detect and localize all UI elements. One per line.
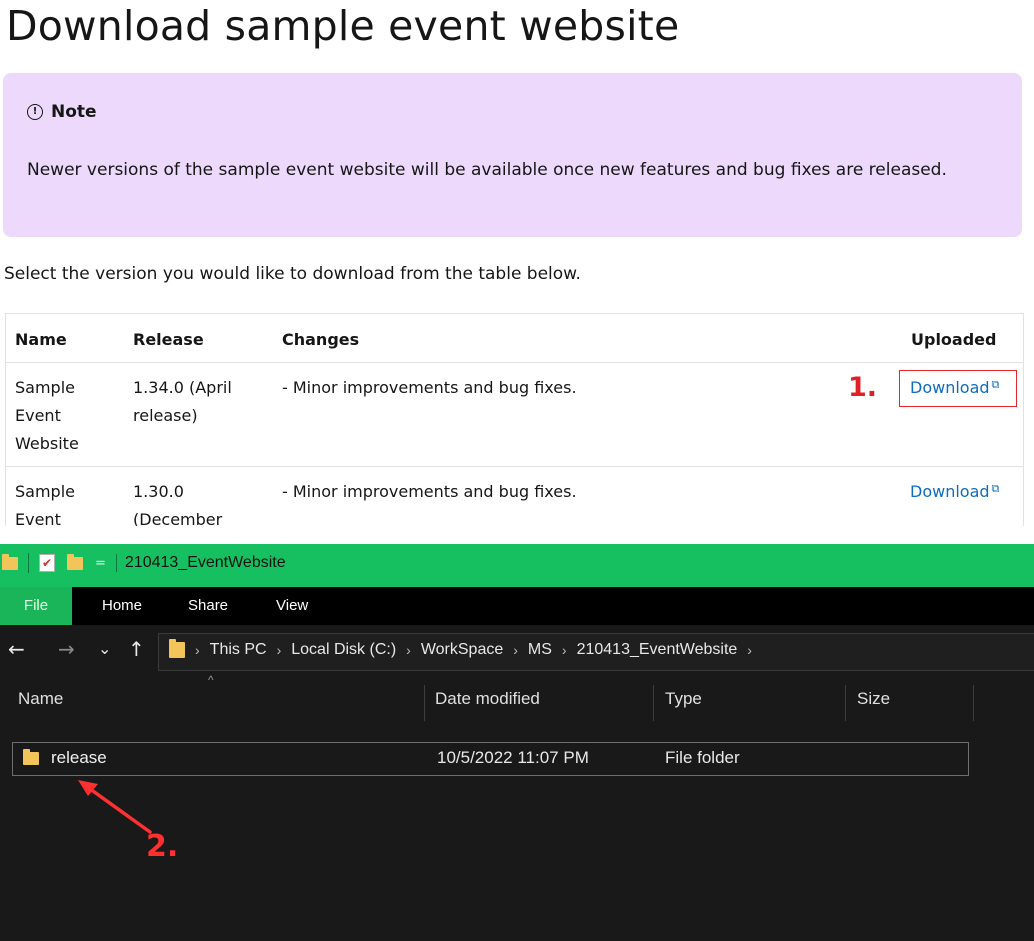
external-link-icon: ⧉ [991, 482, 1000, 495]
row-divider [6, 362, 1023, 363]
row-divider [6, 466, 1023, 467]
column-header-name[interactable]: Name [18, 677, 63, 721]
column-divider[interactable] [845, 685, 846, 721]
note-callout: ! Note Newer versions of the sample even… [3, 73, 1022, 237]
file-row-release[interactable]: release 10/5/2022 11:07 PM File folder [12, 742, 969, 776]
sort-caret-icon: ^ [208, 673, 214, 687]
address-bar[interactable]: › This PC › Local Disk (C:) › WorkSpace … [158, 633, 1034, 671]
table-cell-release: 1.34.0 (April release) [133, 378, 232, 425]
download-link-label[interactable]: Download [910, 482, 990, 501]
title-bar: ✔ = 210413_EventWebsite [0, 544, 1034, 587]
column-header-uploaded: Uploaded [911, 330, 997, 349]
breadcrumb-separator[interactable]: › [406, 642, 411, 658]
file-type: File folder [665, 748, 740, 767]
forward-arrow-icon[interactable]: → [58, 637, 75, 661]
file-name-label[interactable]: release [51, 748, 107, 768]
column-header-name: Name [15, 330, 67, 349]
address-bar-row: ← → ⌄ ↑ › This PC › Local Disk (C:) › Wo… [0, 625, 1034, 677]
table-cell-changes: - Minor improvements and bug fixes. [282, 378, 577, 397]
note-label: Note [51, 102, 97, 122]
folder-icon [169, 639, 185, 658]
download-link[interactable]: Download ⧉ [910, 482, 999, 501]
file-date-modified: 10/5/2022 11:07 PM [437, 748, 589, 767]
customize-toolbar-icon[interactable]: = [95, 556, 106, 571]
breadcrumb-ms[interactable]: MS [528, 641, 552, 659]
tab-home[interactable]: Home [102, 587, 142, 625]
download-link[interactable]: Download ⧉ [910, 378, 999, 397]
external-link-icon: ⧉ [991, 378, 1000, 391]
intro-text: Select the version you would like to dow… [4, 264, 581, 284]
back-arrow-icon[interactable]: ← [8, 637, 25, 661]
folder-icon [2, 553, 18, 570]
breadcrumb: › This PC › Local Disk (C:) › WorkSpace … [167, 639, 762, 659]
column-headers: ^ Name Date modified Type Size [0, 673, 1034, 721]
column-header-size[interactable]: Size [857, 677, 890, 721]
annotation-step-1: 1. [848, 372, 878, 403]
breadcrumb-workspace[interactable]: WorkSpace [421, 641, 503, 659]
breadcrumb-separator[interactable]: › [562, 642, 567, 658]
page-title: Download sample event website [6, 2, 680, 50]
screenshot-divider [0, 526, 1034, 544]
ribbon-tabs: File Home Share View [0, 587, 1034, 625]
versions-table: Name Release Changes Uploaded Sample Eve… [5, 313, 1024, 526]
tab-file[interactable]: File [0, 587, 72, 625]
column-header-changes: Changes [282, 330, 360, 349]
tab-view[interactable]: View [276, 587, 308, 625]
docs-page: Download sample event website ! Note New… [0, 0, 1034, 526]
file-explorer-window: ✔ = 210413_EventWebsite File Home Share … [0, 544, 1034, 941]
properties-icon[interactable]: ✔ [39, 554, 55, 572]
column-header-release: Release [133, 330, 204, 349]
breadcrumb-eventwebsite[interactable]: 210413_EventWebsite [577, 641, 738, 659]
info-circle-icon: ! [27, 104, 43, 120]
breadcrumb-separator[interactable]: › [747, 642, 752, 658]
breadcrumb-local-disk[interactable]: Local Disk (C:) [291, 641, 396, 659]
breadcrumb-separator: › [195, 642, 200, 658]
toolbar-separator [28, 553, 29, 573]
table-cell-name: Sample Event Website [15, 482, 75, 526]
breadcrumb-this-pc[interactable]: This PC [210, 641, 267, 659]
column-divider[interactable] [424, 685, 425, 721]
up-arrow-icon[interactable]: ↑ [128, 637, 145, 661]
note-header: ! Note [27, 102, 97, 122]
annotation-step-2: 2. [146, 829, 179, 864]
note-body: Newer versions of the sample event websi… [27, 160, 947, 180]
table-cell-changes: - Minor improvements and bug fixes. [282, 482, 577, 501]
breadcrumb-separator[interactable]: › [513, 642, 518, 658]
new-folder-icon[interactable] [67, 553, 83, 570]
table-cell-name: Sample Event Website [15, 378, 79, 453]
recent-locations-chevron-icon[interactable]: ⌄ [98, 637, 111, 661]
table-cell-release: 1.30.0 (December [133, 482, 223, 526]
quick-access-toolbar: ✔ = 210413_EventWebsite [2, 553, 286, 573]
file-name[interactable]: release [23, 748, 107, 768]
column-header-date-modified[interactable]: Date modified [435, 677, 540, 721]
folder-icon [23, 748, 39, 765]
column-divider[interactable] [653, 685, 654, 721]
breadcrumb-separator[interactable]: › [277, 642, 282, 658]
column-divider[interactable] [973, 685, 974, 721]
column-header-type[interactable]: Type [665, 677, 702, 721]
window-title: 210413_EventWebsite [115, 554, 286, 572]
download-link-label[interactable]: Download [910, 378, 990, 397]
tab-share[interactable]: Share [188, 587, 228, 625]
